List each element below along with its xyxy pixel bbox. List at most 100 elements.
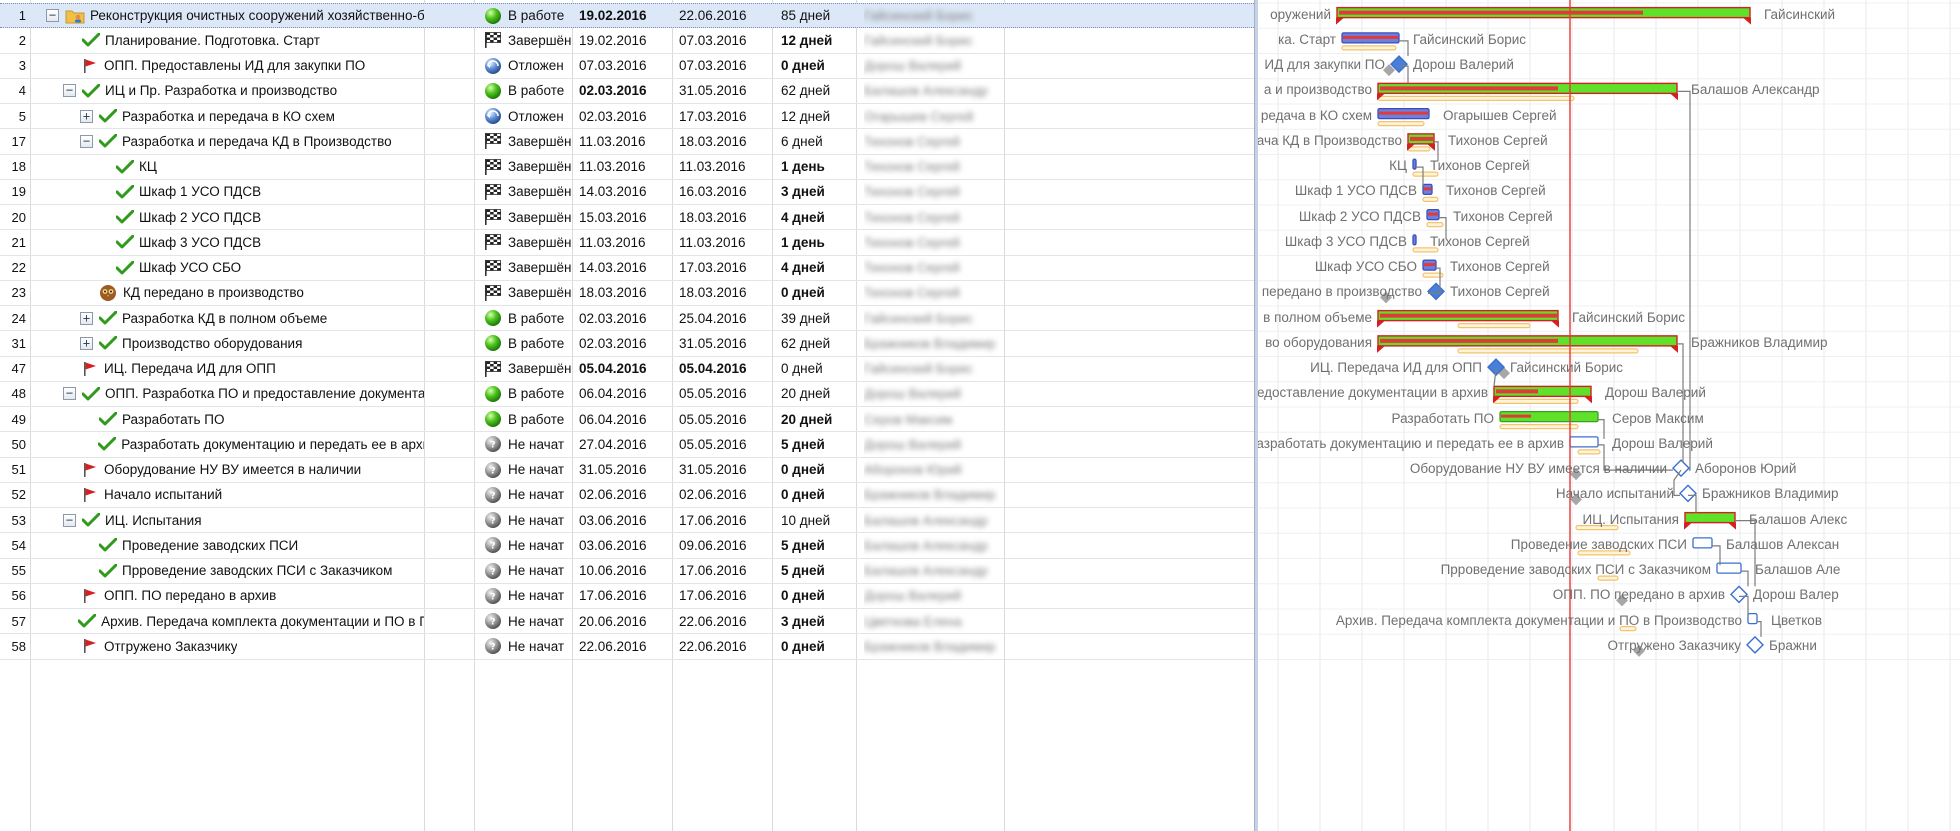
- task-bar[interactable]: [1747, 612, 1758, 625]
- task-name[interactable]: Шкаф 3 УСО ПДСВ: [139, 235, 261, 250]
- task-row[interactable]: 4 − ИЦ и Пр. Разработка и производство В ра…: [0, 79, 1254, 104]
- resource-name-text: Балашов Александр: [864, 512, 988, 528]
- task-row[interactable]: 19 Шкаф 1 УСО ПДСВ Завершён 14.03.2016 16.03…: [0, 180, 1254, 205]
- task-row[interactable]: 54 Проведение заводских ПСИ? Не начат 03.06…: [0, 533, 1254, 559]
- task-name[interactable]: ОПП. Предоставлены ИД для закупки ПО: [104, 58, 365, 73]
- task-name[interactable]: ИЦ. Передача ИД для ОПП: [104, 361, 276, 376]
- task-row[interactable]: 53− ИЦ. Испытания? Не начат 03.06.2016 17.06…: [0, 508, 1254, 534]
- task-name[interactable]: ОПП. Разработка ПО и предоставление доку…: [105, 386, 424, 401]
- task-row[interactable]: 18 КЦ Завершён 11.03.2016 11.03.2016 1 день Ти…: [0, 155, 1254, 180]
- task-row[interactable]: 24 + Разработка КД в полном объеме В работе…: [0, 306, 1254, 332]
- task-name[interactable]: Разработка и передача КД в Производство: [122, 134, 392, 149]
- task-name-cell: Шкаф 3 УСО ПДСВ: [34, 230, 424, 254]
- task-name[interactable]: КД передано в производство: [123, 285, 304, 300]
- task-row[interactable]: 3 ОПП. Предоставлены ИД для закупки ПО Отл…: [0, 54, 1254, 79]
- task-name[interactable]: КЦ: [139, 159, 157, 174]
- task-name[interactable]: Шкаф 2 УСО ПДСВ: [139, 210, 261, 225]
- resource-name-text: Дорош Валерий: [864, 436, 962, 452]
- gantt-task-label: а и производство: [1263, 82, 1372, 98]
- task-name[interactable]: ИЦ. Испытания: [105, 513, 202, 528]
- gantt-resource-label: Бражников Владимир: [1702, 486, 1839, 502]
- task-check-icon: [116, 235, 134, 249]
- postponed-icon: [485, 108, 501, 125]
- task-row[interactable]: 17 − Разработка и передача КД в Производст…: [0, 129, 1254, 155]
- task-name[interactable]: Разработка КД в полном объеме: [122, 311, 327, 326]
- task-row[interactable]: 50 Разработать документацию и передать ее…: [0, 432, 1254, 458]
- task-name[interactable]: Планирование. Подготовка. Старт: [105, 33, 320, 48]
- duration: 1 день: [781, 234, 825, 250]
- task-row[interactable]: 22 Шкаф УСО СБО Завершён 14.03.2016 17.03.20…: [0, 256, 1254, 281]
- task-row[interactable]: 52 Начало испытаний? Не начат 02.06.2016 02.…: [0, 483, 1254, 508]
- collapse-icon[interactable]: −: [63, 84, 76, 98]
- task-name-cell: Архив. Передача комплекта документации и…: [34, 609, 424, 633]
- in-progress-icon: [485, 82, 501, 99]
- task-row[interactable]: 5 + Разработка и передача в КО схем Отложен…: [0, 104, 1254, 130]
- task-row[interactable]: 21 Шкаф 3 УСО ПДСВ Завершён 11.03.2016 11.03…: [0, 230, 1254, 256]
- resource-name-text: Дорош Валерий: [864, 58, 962, 74]
- collapse-icon[interactable]: −: [46, 9, 59, 23]
- milestone-diamond[interactable]: [1427, 282, 1445, 301]
- resource-name-text: Балашов Александр: [864, 563, 988, 579]
- milestone-flag-icon: [84, 588, 96, 603]
- milestone-diamond[interactable]: [1672, 459, 1690, 478]
- milestone-flag-icon: [84, 361, 96, 376]
- task-name[interactable]: Шкаф УСО СБО: [139, 260, 241, 275]
- task-name[interactable]: Отгружено Заказчику: [104, 639, 237, 654]
- collapse-icon[interactable]: −: [63, 513, 76, 527]
- duration: 0 дней: [781, 638, 825, 654]
- milestone-diamond[interactable]: [1679, 484, 1697, 503]
- task-id: 23: [11, 285, 26, 301]
- task-row[interactable]: 23 КД передано в производство Завершён 18.0…: [0, 281, 1254, 306]
- task-name[interactable]: Реконструкция очистных сооружений хозяйс…: [90, 8, 424, 23]
- gantt-resource-label: Тихонов Сергей: [1450, 284, 1550, 300]
- task-bar[interactable]: [1412, 234, 1417, 246]
- collapse-icon[interactable]: −: [63, 387, 76, 401]
- task-name[interactable]: Архив. Передача комплекта документации и…: [101, 614, 424, 629]
- resource-name: Тихонов Сергей: [864, 129, 999, 153]
- task-name[interactable]: Разработать документацию и передать ее в…: [121, 437, 424, 452]
- task-bar[interactable]: [1692, 537, 1713, 549]
- task-row[interactable]: 49 Разработать ПО В работе 06.04.2016 05.05.…: [0, 407, 1254, 433]
- task-row[interactable]: 48 − ОПП. Разработка ПО и предоставление д…: [0, 382, 1254, 407]
- task-row[interactable]: 2 Планирование. Подготовка. Старт Завершён…: [0, 28, 1254, 54]
- task-row[interactable]: 20 Шкаф 2 УСО ПДСВ Завершён 15.03.2016 18.03…: [0, 205, 1254, 231]
- summary-bracket-right: [1728, 522, 1736, 530]
- in-progress-icon: [485, 411, 501, 428]
- collapse-icon[interactable]: −: [80, 134, 93, 148]
- task-row[interactable]: 31 + Производство оборудования В работе 02.0…: [0, 331, 1254, 357]
- task-name[interactable]: Шкаф 1 УСО ПДСВ: [139, 184, 261, 199]
- task-id: 17: [11, 133, 26, 149]
- task-row[interactable]: 56 ОПП. ПО передано в архив? Не начат 17.06…: [0, 584, 1254, 609]
- task-name[interactable]: Производство оборудования: [122, 336, 302, 351]
- task-row[interactable]: 58 Отгружено Заказчику? Не начат 22.06.2016…: [0, 634, 1254, 660]
- task-name[interactable]: ОПП. ПО передано в архив: [104, 588, 276, 603]
- task-name[interactable]: Разработать ПО: [122, 412, 224, 427]
- milestone-diamond[interactable]: [1746, 635, 1764, 654]
- task-name[interactable]: Оборудование НУ ВУ имеется в наличии: [104, 462, 361, 477]
- milestone-diamond[interactable]: [1730, 585, 1748, 604]
- task-row[interactable]: 51 Оборудование НУ ВУ имеется в наличии? Н…: [0, 458, 1254, 483]
- expand-icon[interactable]: +: [80, 336, 93, 350]
- status-cell: В работе: [484, 407, 594, 431]
- expand-icon[interactable]: +: [80, 311, 93, 325]
- task-name[interactable]: Начало испытаний: [104, 487, 222, 502]
- task-row[interactable]: 57 Архив. Передача комплекта документации…: [0, 609, 1254, 635]
- duration: 3 дней: [781, 613, 825, 629]
- task-row[interactable]: 1 − Реконструкция очистных сооружений хозя…: [0, 3, 1254, 29]
- milestone-flag-icon: [84, 462, 96, 477]
- resource-name: Дорош Валерий: [864, 382, 999, 406]
- task-row[interactable]: 55 Прроведение заводских ПСИ с Заказчиком…: [0, 559, 1254, 584]
- summary-bar[interactable]: [1684, 511, 1736, 524]
- task-name[interactable]: ИЦ и Пр. Разработка и производство: [105, 83, 337, 98]
- task-name[interactable]: Прроведение заводских ПСИ с Заказчиком: [122, 563, 392, 578]
- task-name-cell: Шкаф 1 УСО ПДСВ: [34, 180, 424, 204]
- task-name[interactable]: Разработка и передача в КО схем: [122, 109, 335, 124]
- gantt-resource-label: Серов Максим: [1612, 410, 1704, 426]
- expand-icon[interactable]: +: [80, 109, 93, 123]
- resource-name: Серов Максим: [864, 407, 999, 431]
- gantt-task-label: Прроведение заводских ПСИ с Заказчиком: [1440, 562, 1711, 578]
- task-row[interactable]: 47 ИЦ. Передача ИД для ОПП Завершён 05.04.2…: [0, 357, 1254, 382]
- task-name[interactable]: Проведение заводских ПСИ: [122, 538, 298, 553]
- task-bar[interactable]: [1412, 158, 1417, 170]
- task-bar[interactable]: [1569, 436, 1599, 448]
